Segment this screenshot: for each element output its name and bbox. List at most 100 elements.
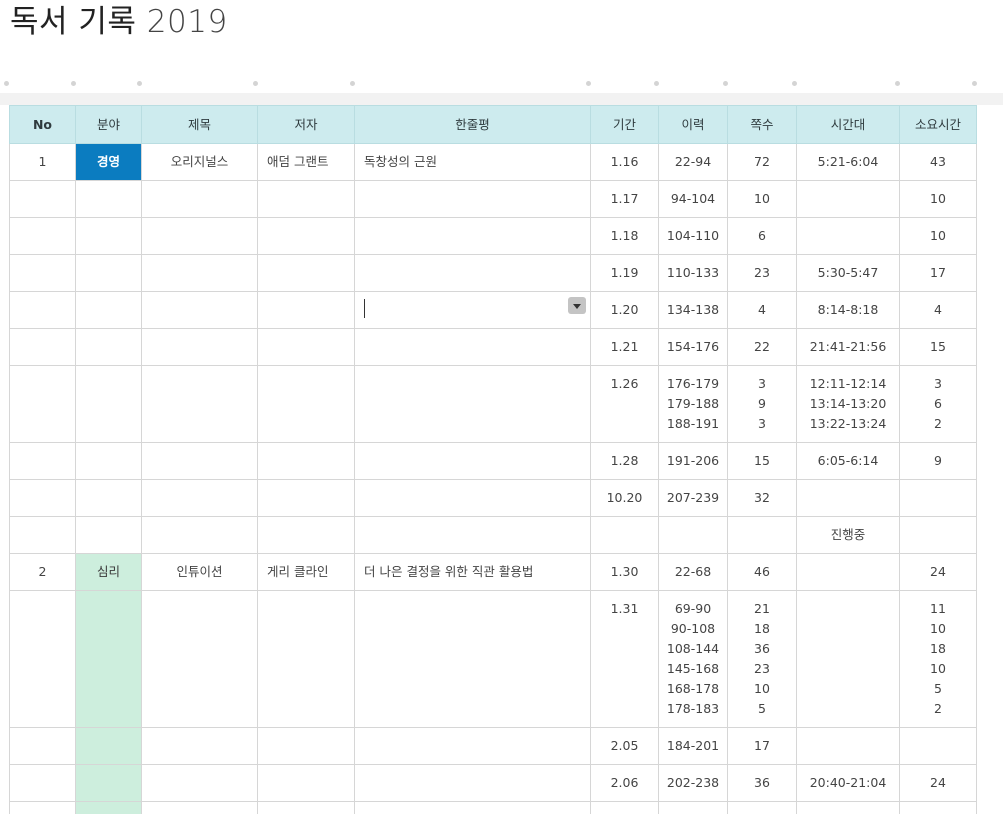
header-title[interactable]: 제목 — [141, 105, 258, 144]
cell-no[interactable] — [9, 516, 76, 554]
cell-period[interactable]: 1.19 — [590, 254, 659, 292]
cell-period[interactable]: 1.30 — [590, 553, 659, 591]
cell-field[interactable] — [75, 291, 142, 329]
cell-title[interactable] — [141, 516, 258, 554]
cell-title[interactable] — [141, 801, 258, 814]
cell-pages[interactable]: 46 — [727, 553, 797, 591]
header-pages[interactable]: 쪽수 — [727, 105, 797, 144]
cell-title[interactable] — [141, 365, 258, 443]
cell-time[interactable]: 8:14-8:18 — [796, 291, 900, 329]
cell-field[interactable] — [75, 442, 142, 480]
header-no[interactable]: No — [9, 105, 76, 144]
cell-duration[interactable]: 3 6 2 — [899, 365, 977, 443]
column-handle[interactable] — [792, 81, 797, 86]
cell-field[interactable] — [75, 727, 142, 765]
cell-duration[interactable]: 11 10 18 10 5 2 — [899, 590, 977, 728]
cell-author[interactable] — [257, 727, 355, 765]
cell-field[interactable] — [75, 764, 142, 802]
cell-field[interactable] — [75, 328, 142, 366]
cell-range[interactable]: 207-239 — [658, 479, 728, 517]
cell-title[interactable] — [141, 590, 258, 728]
cell-time[interactable] — [796, 727, 900, 765]
cell-time[interactable]: 진행중 — [796, 516, 900, 554]
cell-pages[interactable]: 15 — [727, 442, 797, 480]
cell-pages[interactable]: 32 — [727, 479, 797, 517]
cell-field-tag[interactable]: 심리 — [75, 553, 142, 591]
cell-duration[interactable] — [899, 516, 977, 554]
cell-period[interactable] — [590, 801, 659, 814]
cell-range[interactable] — [658, 516, 728, 554]
cell-field[interactable] — [75, 217, 142, 255]
cell-title[interactable]: 인튜이션 — [141, 553, 258, 591]
column-handle[interactable] — [586, 81, 591, 86]
cell-range[interactable]: 134-138 — [658, 291, 728, 329]
cell-title[interactable] — [141, 291, 258, 329]
cell-time[interactable]: 5:30-5:47 — [796, 254, 900, 292]
cell-no[interactable] — [9, 291, 76, 329]
cell-period[interactable]: 1.20 — [590, 291, 659, 329]
cell-title[interactable] — [141, 442, 258, 480]
column-handle[interactable] — [654, 81, 659, 86]
cell-review[interactable] — [354, 442, 591, 480]
cell-time[interactable] — [796, 801, 900, 814]
cell-range[interactable]: 22-94 — [658, 143, 728, 181]
cell-range[interactable]: 94-104 — [658, 180, 728, 218]
cell-no[interactable] — [9, 365, 76, 443]
cell-duration[interactable]: 43 — [899, 143, 977, 181]
cell-pages[interactable]: 17 — [727, 727, 797, 765]
cell-pages[interactable]: 23 — [727, 254, 797, 292]
cell-no[interactable] — [9, 801, 76, 814]
header-review[interactable]: 한줄평 — [354, 105, 591, 144]
cell-review[interactable] — [354, 328, 591, 366]
cell-review[interactable] — [354, 254, 591, 292]
cell-duration[interactable]: 4 — [899, 291, 977, 329]
cell-range[interactable]: 184-201 — [658, 727, 728, 765]
cell-author[interactable] — [257, 479, 355, 517]
column-handle[interactable] — [723, 81, 728, 86]
cell-duration[interactable]: 15 — [899, 328, 977, 366]
cell-field[interactable] — [75, 180, 142, 218]
column-handle[interactable] — [895, 81, 900, 86]
cell-pages[interactable]: 21 18 36 23 10 5 — [727, 590, 797, 728]
header-period[interactable]: 기간 — [590, 105, 659, 144]
cell-title[interactable] — [141, 180, 258, 218]
header-author[interactable]: 저자 — [257, 105, 355, 144]
cell-review[interactable] — [354, 479, 591, 517]
cell-field[interactable] — [75, 479, 142, 517]
cell-pages[interactable]: 4 — [727, 291, 797, 329]
cell-review[interactable] — [354, 217, 591, 255]
cell-author[interactable] — [257, 365, 355, 443]
cell-no[interactable] — [9, 180, 76, 218]
cell-period[interactable]: 1.16 — [590, 143, 659, 181]
cell-review[interactable] — [354, 516, 591, 554]
cell-duration[interactable] — [899, 479, 977, 517]
cell-author[interactable] — [257, 764, 355, 802]
cell-time[interactable]: 20:40-21:04 — [796, 764, 900, 802]
cell-title[interactable] — [141, 217, 258, 255]
cell-author[interactable]: 애덤 그랜트 — [257, 143, 355, 181]
cell-no[interactable] — [9, 217, 76, 255]
cell-title[interactable] — [141, 727, 258, 765]
cell-range[interactable]: 202-238 — [658, 764, 728, 802]
cell-title[interactable] — [141, 328, 258, 366]
cell-time[interactable] — [796, 553, 900, 591]
cell-author[interactable] — [257, 442, 355, 480]
cell-no[interactable] — [9, 442, 76, 480]
cell-review[interactable] — [354, 727, 591, 765]
header-duration[interactable]: 소요시간 — [899, 105, 977, 144]
cell-range[interactable]: 154-176 — [658, 328, 728, 366]
cell-pages[interactable]: 10 — [727, 180, 797, 218]
cell-duration[interactable]: 9 — [899, 442, 977, 480]
cell-author[interactable]: 게리 클라인 — [257, 553, 355, 591]
cell-range[interactable]: 104-110 — [658, 217, 728, 255]
cell-no[interactable]: 1 — [9, 143, 76, 181]
cell-review[interactable] — [354, 590, 591, 728]
cell-pages[interactable]: 36 — [727, 764, 797, 802]
cell-field[interactable] — [75, 590, 142, 728]
cell-period[interactable]: 1.18 — [590, 217, 659, 255]
cell-pages[interactable]: 6 — [727, 217, 797, 255]
cell-time[interactable] — [796, 479, 900, 517]
cell-review[interactable]: 더 나은 결정을 위한 직관 활용법 — [354, 553, 591, 591]
cell-no[interactable] — [9, 727, 76, 765]
cell-period[interactable]: 1.31 — [590, 590, 659, 728]
